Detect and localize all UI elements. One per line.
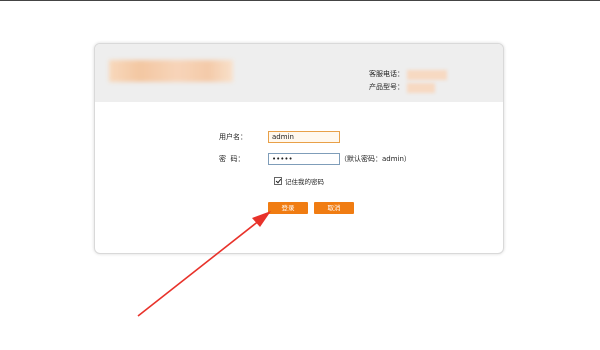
product-model-label: 产品型号： [369,83,404,91]
remember-password-row[interactable]: 记住我的密码 [274,176,324,186]
panel-header: 客服电话： 产品型号： [95,44,503,102]
blurred-logo [109,60,233,82]
default-password-hint: （默认密码：admin） [340,155,411,163]
username-input[interactable]: admin [268,131,340,143]
product-model-line: 产品型号： [369,81,447,94]
remember-checkbox[interactable] [274,177,282,185]
window-top-edge [0,0,600,1]
remember-label: 记住我的密码 [285,178,324,186]
password-label: 密 码： [219,155,245,163]
redacted-model [407,82,435,93]
screenshot-stage: 客服电话： 产品型号： 用户名： admin 密 码： ••••• （默认密码：… [0,0,600,350]
contact-info: 客服电话： 产品型号： [369,68,447,94]
cancel-button[interactable]: 取消 [314,202,354,214]
login-button[interactable]: 登录 [268,202,308,214]
service-phone-line: 客服电话： [369,68,447,81]
login-form: 用户名： admin 密 码： ••••• （默认密码：admin） 记住我的密… [95,102,503,253]
password-input[interactable]: ••••• [268,153,340,165]
username-label: 用户名： [219,133,247,141]
login-panel: 客服电话： 产品型号： 用户名： admin 密 码： ••••• （默认密码：… [94,43,504,254]
redacted-phone [407,69,447,80]
service-phone-label: 客服电话： [369,70,404,78]
